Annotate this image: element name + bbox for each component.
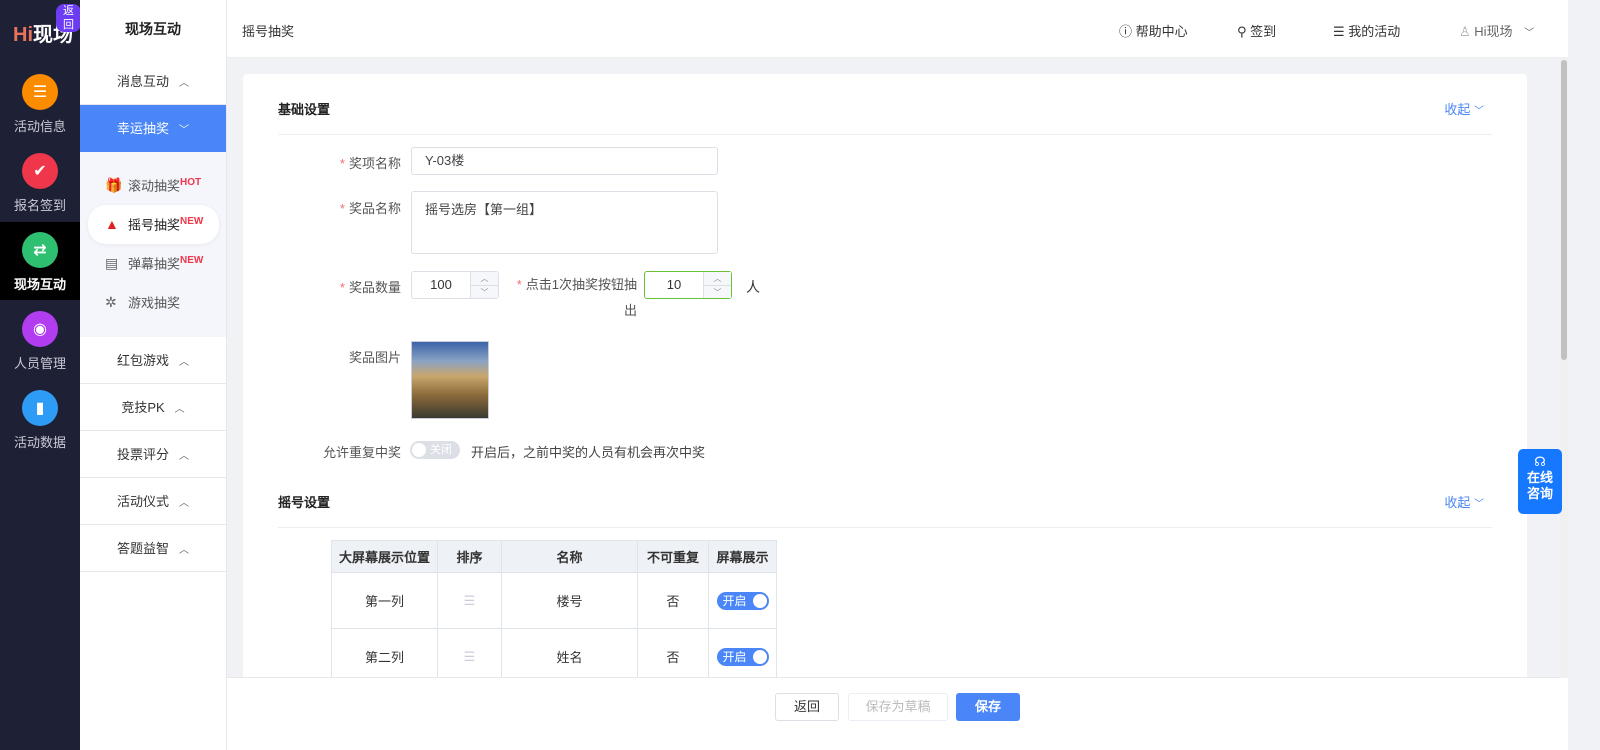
online-consult-button[interactable]: ☊ 在线 咨询 <box>1518 449 1562 514</box>
chevron-up-icon: ︿ <box>179 78 189 89</box>
top-bar: 摇号抽奖 ⓘ 帮助中心 ⚲ 签到 ☰ 我的活动 ♙ Hi现场 ﹀ <box>227 0 1568 58</box>
chevron-up-icon: ︿ <box>179 498 189 509</box>
info-icon: ⓘ <box>1119 24 1133 39</box>
chevron-down-icon: ﹀ <box>1474 499 1484 510</box>
drag-handle-icon[interactable]: ☰ <box>437 572 502 629</box>
back-button[interactable]: 返回 <box>775 693 839 721</box>
quantity-stepper[interactable]: 100 ︿ ﹀ <box>411 271 499 299</box>
user-icon: ♙ <box>1459 24 1471 39</box>
rail-item[interactable]: ▮ 活动数据 <box>0 380 80 458</box>
badge: NEW <box>180 216 204 227</box>
person-icon: ▲ <box>105 216 119 233</box>
rail-item[interactable]: ✔ 报名签到 <box>0 143 80 221</box>
my-activities-link[interactable]: ☰ 我的活动 <box>1333 21 1400 40</box>
save-draft-button[interactable]: 保存为草稿 <box>848 693 948 721</box>
wheel-icon: ✲ <box>105 294 117 311</box>
sidebar-group[interactable]: 投票评分 ︿ <box>80 431 226 478</box>
chevron-down-icon: ﹀ <box>1524 28 1535 39</box>
footer-bar: 返回 保存为草稿 保存 <box>227 677 1568 750</box>
basic-settings-header: 基础设置 收起 ﹀ <box>278 99 1492 135</box>
calendar-check-icon: ✔ <box>22 153 58 189</box>
submenu-item[interactable]: 🎁 滚动抽奖HOT <box>88 166 219 205</box>
person-card-icon: ◉ <box>22 311 58 347</box>
table-row: 第一列 ☰ 楼号否开启 <box>331 572 777 629</box>
rail-item[interactable]: ☰ 活动信息 <box>0 64 80 142</box>
column-header: 屏幕展示 <box>708 540 777 573</box>
per-click-stepper[interactable]: 10 ︿ ﹀ <box>644 271 732 299</box>
badge: HOT <box>180 177 202 188</box>
decrement-icon[interactable]: ﹀ <box>704 285 731 298</box>
scrollbar-thumb[interactable] <box>1561 60 1567 360</box>
app-rail: Hi现场 返回 ☰ 活动信息 ✔ 报名签到 ⇄ 现场互动 ◉ 人员管理 ▮ 活动数据 <box>0 0 81 750</box>
interaction-icon: ⇄ <box>22 232 58 268</box>
rail-item[interactable]: ⇄ 现场互动 <box>0 222 80 300</box>
chevron-up-icon: ︿ <box>179 357 189 368</box>
gift-icon: 🎁 <box>105 177 123 194</box>
prize-image[interactable] <box>411 341 489 419</box>
column-header: 不可重复 <box>637 540 709 573</box>
headset-icon: ☊ <box>1534 454 1546 469</box>
location-icon: ⚲ <box>1237 24 1247 39</box>
help-center-link[interactable]: ⓘ 帮助中心 <box>1119 21 1188 40</box>
decrement-icon[interactable]: ﹀ <box>471 285 498 298</box>
prize-item-input[interactable]: Y-03楼 <box>411 147 718 175</box>
breadcrumb: 摇号抽奖 <box>242 24 295 39</box>
sidebar-group-message[interactable]: 消息互动 ︿ <box>80 58 226 105</box>
collapse-basic-button[interactable]: 收起 ﹀ <box>1444 99 1484 118</box>
barrage-icon: ▤ <box>105 255 119 272</box>
display-toggle[interactable]: 开启 <box>716 647 769 666</box>
sidebar-group-lucky-draw[interactable]: 幸运抽奖 ﹀ <box>80 105 226 152</box>
prize-name-label: * 奖品名称 <box>339 201 401 216</box>
bar-chart-icon: ▮ <box>22 390 58 426</box>
save-button[interactable]: 保存 <box>956 693 1020 721</box>
chevron-up-icon: ︿ <box>179 545 189 556</box>
document-icon: ☰ <box>22 74 58 110</box>
chevron-up-icon: ︿ <box>174 404 185 415</box>
secondary-sidebar: 现场互动 消息互动 ︿ 幸运抽奖 ﹀ 🎁 滚动抽奖HOT ▲ 摇号抽奖NEW ▤ 弹幕抽奖NE… <box>80 0 227 750</box>
submenu-item[interactable]: ✲ 游戏抽奖 <box>88 283 219 322</box>
quantity-label: * 奖品数量 <box>339 280 401 295</box>
list-icon: ☰ <box>1333 24 1345 39</box>
lottery-columns-table: 大屏幕展示位置 排序 名称 不可重复 屏幕展示 第一列 ☰ 楼号否开启 第二列 ☰ 姓名否… <box>331 540 777 685</box>
collapse-lottery-button[interactable]: 收起 ﹀ <box>1444 492 1484 511</box>
back-badge[interactable]: 返回 <box>56 4 81 32</box>
image-label: 奖品图片 <box>348 350 401 365</box>
sidebar-group[interactable]: 活动仪式 ︿ <box>80 478 226 525</box>
increment-icon[interactable]: ︿ <box>471 272 498 285</box>
repeat-hint: 开启后，之前中奖的人员有机会再次中奖 <box>471 445 706 460</box>
column-header: 大屏幕展示位置 <box>331 540 438 573</box>
sidebar-title: 现场互动 <box>125 21 181 37</box>
repeat-toggle[interactable]: 关闭 <box>410 441 460 459</box>
sidebar-group[interactable]: 红包游戏 ︿ <box>80 337 226 384</box>
prize-name-textarea[interactable]: 摇号选房【第一组】 <box>411 191 718 254</box>
checkin-link[interactable]: ⚲ 签到 <box>1237 21 1276 40</box>
badge: NEW <box>180 255 204 266</box>
lottery-settings-header: 摇号设置 收起 ﹀ <box>278 492 1492 528</box>
chevron-down-icon: ﹀ <box>1474 106 1484 117</box>
user-menu[interactable]: ♙ Hi现场 ﹀ <box>1459 21 1534 40</box>
rail-item[interactable]: ◉ 人员管理 <box>0 301 80 379</box>
settings-card: 基础设置 收起 ﹀ * 奖项名称 Y-03楼 * 奖品名称 摇号选房【第一组】 * 奖… <box>243 74 1527 685</box>
per-click-label: * 点击1次抽奖按钮抽出 <box>516 277 637 318</box>
sidebar-group[interactable]: 答题益智 ︿ <box>80 525 226 572</box>
column-header: 排序 <box>437 540 502 573</box>
display-toggle[interactable]: 开启 <box>716 591 769 610</box>
column-header: 名称 <box>501 540 638 573</box>
increment-icon[interactable]: ︿ <box>704 272 731 285</box>
prize-item-label: * 奖项名称 <box>339 156 401 171</box>
submenu-item[interactable]: ▤ 弹幕抽奖NEW <box>88 244 219 283</box>
chevron-up-icon: ︿ <box>179 451 189 462</box>
submenu-item[interactable]: ▲ 摇号抽奖NEW <box>88 205 219 244</box>
repeat-label: 允许重复中奖 <box>322 445 401 460</box>
chevron-down-icon: ﹀ <box>179 125 189 136</box>
sidebar-group[interactable]: 竞技PK ︿ <box>80 384 226 431</box>
per-click-unit: 人 <box>746 279 760 295</box>
submenu: 🎁 滚动抽奖HOT ▲ 摇号抽奖NEW ▤ 弹幕抽奖NEW ✲ 游戏抽奖 <box>80 152 226 337</box>
